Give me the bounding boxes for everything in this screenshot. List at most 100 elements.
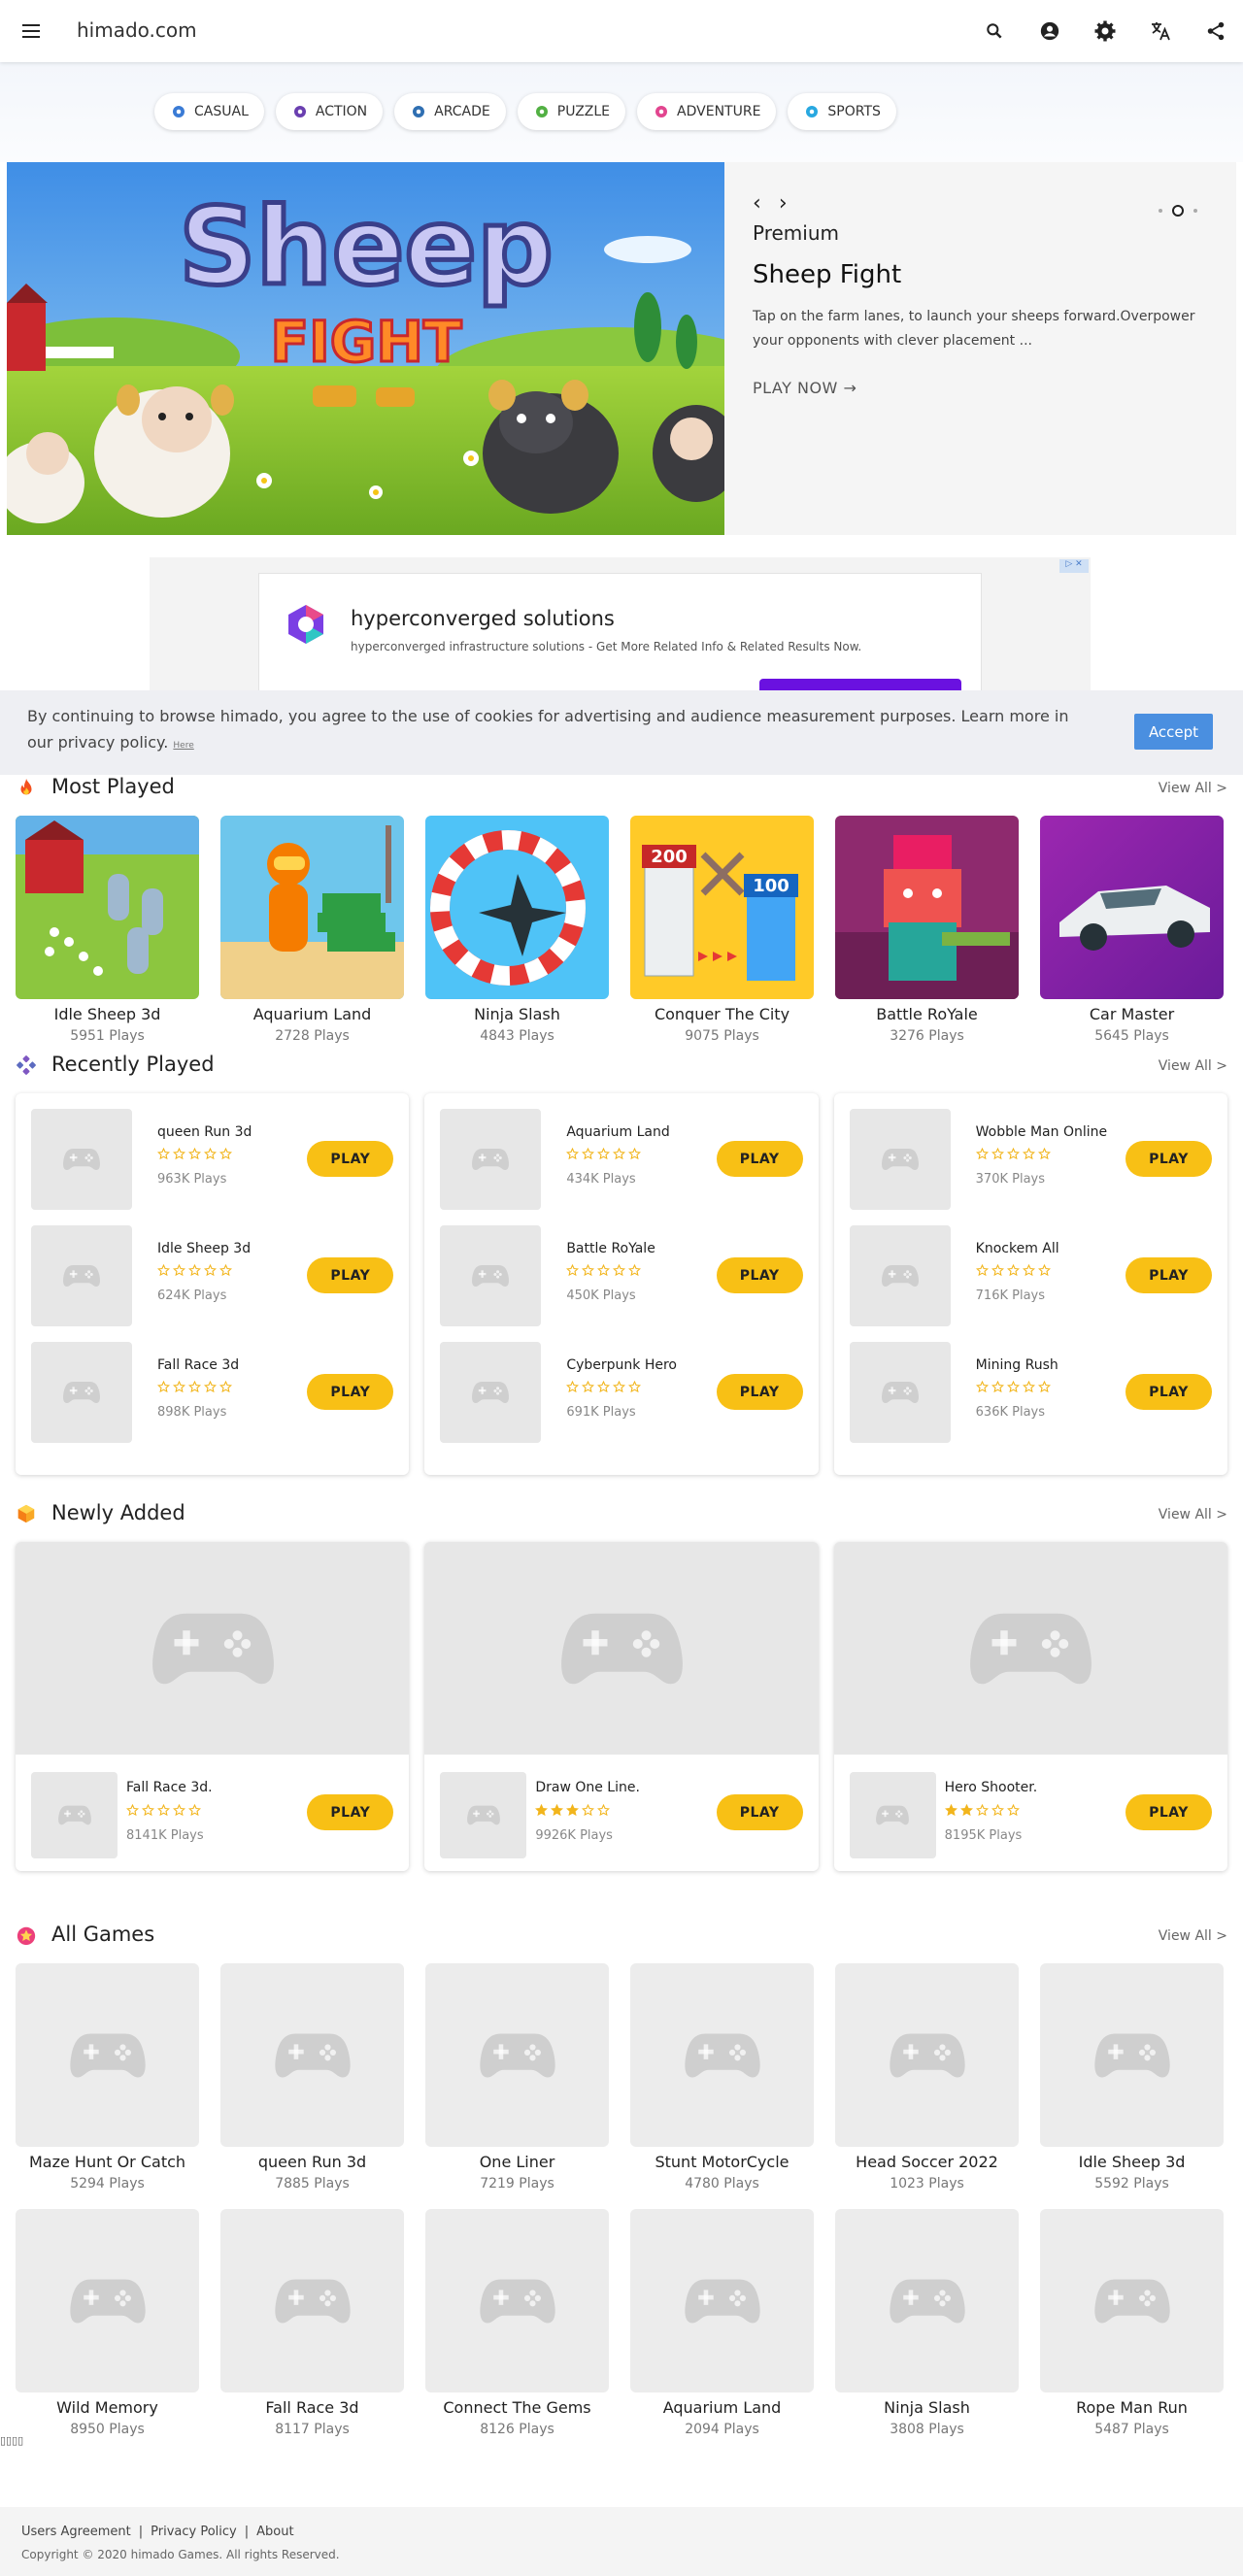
game-thumbnail[interactable]: 200 100 bbox=[630, 816, 814, 999]
game-name[interactable]: Aquarium Land bbox=[630, 2398, 814, 2417]
game-placeholder-icon[interactable] bbox=[31, 1109, 132, 1210]
game-name[interactable]: Battle RoYale bbox=[566, 1241, 655, 1256]
game-placeholder-icon[interactable] bbox=[440, 1772, 527, 1858]
accept-cookies-button[interactable]: Accept bbox=[1134, 714, 1213, 750]
play-button[interactable]: PLAY bbox=[716, 1141, 803, 1177]
game-name[interactable]: Knockem All bbox=[976, 1241, 1059, 1256]
game-placeholder-icon[interactable] bbox=[31, 1342, 132, 1443]
game-placeholder-icon[interactable] bbox=[849, 1772, 936, 1858]
all-games-view-all-link[interactable]: View All > bbox=[1159, 1928, 1227, 1944]
carousel-prev-icon[interactable]: ‹ bbox=[753, 191, 761, 216]
play-button[interactable]: PLAY bbox=[307, 1141, 394, 1177]
game-thumbnail[interactable] bbox=[220, 816, 404, 999]
footer-link[interactable]: Users Agreement bbox=[21, 2525, 131, 2539]
game-name[interactable]: Fall Race 3d. bbox=[126, 1780, 213, 1795]
footer-link[interactable]: About bbox=[256, 2525, 293, 2539]
recently-played-view-all-link[interactable]: View All > bbox=[1159, 1058, 1227, 1074]
game-name[interactable]: Idle Sheep 3d bbox=[1040, 2153, 1224, 2171]
game-name[interactable]: Mining Rush bbox=[976, 1357, 1058, 1373]
game-placeholder-icon[interactable] bbox=[849, 1225, 951, 1326]
play-button[interactable]: PLAY bbox=[716, 1257, 803, 1293]
game-card[interactable]: Fall Race 3d 8117 Plays bbox=[220, 2209, 404, 2437]
game-placeholder-icon[interactable] bbox=[16, 2209, 199, 2392]
ad-card[interactable]: hyperconverged solutions hyperconverged … bbox=[258, 573, 982, 690]
game-name[interactable]: Fall Race 3d bbox=[157, 1357, 239, 1373]
category-adventure[interactable]: ADVENTURE bbox=[637, 93, 777, 130]
game-card[interactable]: One Liner 7219 Plays bbox=[425, 1963, 609, 2191]
game-thumbnail[interactable] bbox=[835, 816, 1019, 999]
game-card[interactable]: Rope Man Run 5487 Plays bbox=[1040, 2209, 1224, 2437]
game-placeholder-icon[interactable] bbox=[440, 1109, 542, 1210]
play-button[interactable]: PLAY bbox=[307, 1257, 394, 1293]
carousel-next-icon[interactable]: › bbox=[779, 191, 788, 216]
game-placeholder-icon[interactable] bbox=[31, 1772, 118, 1858]
game-placeholder-icon[interactable] bbox=[849, 1109, 951, 1210]
game-name[interactable]: Draw One Line. bbox=[535, 1780, 640, 1795]
category-sports[interactable]: SPORTS bbox=[788, 93, 896, 130]
play-button[interactable]: PLAY bbox=[307, 1374, 394, 1410]
banner-title[interactable]: Sheep Fight bbox=[753, 260, 1209, 289]
game-placeholder-icon[interactable] bbox=[1040, 2209, 1224, 2392]
play-button[interactable]: PLAY bbox=[1125, 1794, 1212, 1830]
settings-gear-icon[interactable] bbox=[1088, 14, 1123, 49]
game-name[interactable]: Rope Man Run bbox=[1040, 2398, 1224, 2417]
category-casual[interactable]: CASUAL bbox=[154, 93, 264, 130]
play-button[interactable]: PLAY bbox=[307, 1794, 394, 1830]
game-name[interactable]: Ninja Slash bbox=[835, 2398, 1019, 2417]
play-button[interactable]: PLAY bbox=[1125, 1141, 1212, 1177]
translate-icon[interactable] bbox=[1143, 14, 1178, 49]
game-name[interactable]: Car Master bbox=[1040, 1005, 1224, 1023]
banner-image[interactable]: Sheep FIGHT bbox=[7, 162, 724, 535]
game-name[interactable]: Ninja Slash bbox=[425, 1005, 609, 1023]
game-placeholder-icon[interactable] bbox=[833, 1542, 1227, 1755]
game-name[interactable]: Conquer The City bbox=[630, 1005, 814, 1023]
most-played-view-all-link[interactable]: View All > bbox=[1159, 781, 1227, 796]
ad-button[interactable] bbox=[759, 679, 961, 690]
game-name[interactable]: Battle RoYale bbox=[835, 1005, 1019, 1023]
game-card[interactable]: Battle RoYale 3276 Plays bbox=[835, 816, 1019, 1044]
game-card[interactable]: Wild Memory 8950 Plays bbox=[16, 2209, 199, 2437]
game-card[interactable]: Ninja Slash 4843 Plays bbox=[425, 816, 609, 1044]
game-placeholder-icon[interactable] bbox=[425, 2209, 609, 2392]
site-title[interactable]: himado.com bbox=[77, 18, 197, 42]
category-action[interactable]: ACTION bbox=[275, 93, 384, 130]
game-name[interactable]: queen Run 3d bbox=[220, 2153, 404, 2171]
game-name[interactable]: One Liner bbox=[425, 2153, 609, 2171]
game-name[interactable]: Aquarium Land bbox=[566, 1124, 669, 1140]
menu-icon[interactable] bbox=[19, 19, 43, 43]
game-placeholder-icon[interactable] bbox=[630, 1963, 814, 2147]
game-name[interactable]: Hero Shooter. bbox=[945, 1780, 1038, 1795]
game-name[interactable]: queen Run 3d bbox=[157, 1124, 252, 1140]
game-name[interactable]: Connect The Gems bbox=[425, 2398, 609, 2417]
game-placeholder-icon[interactable] bbox=[31, 1225, 132, 1326]
category-puzzle[interactable]: PUZZLE bbox=[517, 93, 626, 130]
game-card[interactable]: Aquarium Land 2728 Plays bbox=[220, 816, 404, 1044]
game-name[interactable]: Fall Race 3d bbox=[220, 2398, 404, 2417]
game-placeholder-icon[interactable] bbox=[220, 1963, 404, 2147]
game-placeholder-icon[interactable] bbox=[16, 1542, 410, 1755]
game-placeholder-icon[interactable] bbox=[440, 1225, 542, 1326]
category-arcade[interactable]: ARCADE bbox=[394, 93, 506, 130]
game-name[interactable]: Maze Hunt Or Catch bbox=[16, 2153, 199, 2171]
game-placeholder-icon[interactable] bbox=[425, 1963, 609, 2147]
game-placeholder-icon[interactable] bbox=[835, 1963, 1019, 2147]
game-placeholder-icon[interactable] bbox=[440, 1342, 542, 1443]
game-thumbnail[interactable] bbox=[16, 816, 199, 999]
game-card[interactable]: 200 100 Conquer The City 9075 Plays bbox=[630, 816, 814, 1044]
game-card[interactable]: Aquarium Land 2094 Plays bbox=[630, 2209, 814, 2437]
game-placeholder-icon[interactable] bbox=[630, 2209, 814, 2392]
account-icon[interactable] bbox=[1032, 14, 1067, 49]
game-card[interactable]: Car Master 5645 Plays bbox=[1040, 816, 1224, 1044]
game-name[interactable]: Head Soccer 2022 bbox=[835, 2153, 1019, 2171]
game-name[interactable]: Cyberpunk Hero bbox=[566, 1357, 677, 1373]
cookie-here-link[interactable]: Here bbox=[173, 741, 193, 751]
game-name[interactable]: Stunt MotorCycle bbox=[630, 2153, 814, 2171]
game-placeholder-icon[interactable] bbox=[1040, 1963, 1224, 2147]
game-placeholder-icon[interactable] bbox=[424, 1542, 819, 1755]
ad-choices-icon[interactable]: ▷ ✕ bbox=[1059, 559, 1089, 573]
game-card[interactable]: Stunt MotorCycle 4780 Plays bbox=[630, 1963, 814, 2191]
share-icon[interactable] bbox=[1198, 14, 1233, 49]
game-card[interactable]: Idle Sheep 3d 5951 Plays bbox=[16, 816, 199, 1044]
game-thumbnail[interactable] bbox=[1040, 816, 1224, 999]
play-now-link[interactable]: PLAY NOW → bbox=[753, 379, 1209, 397]
